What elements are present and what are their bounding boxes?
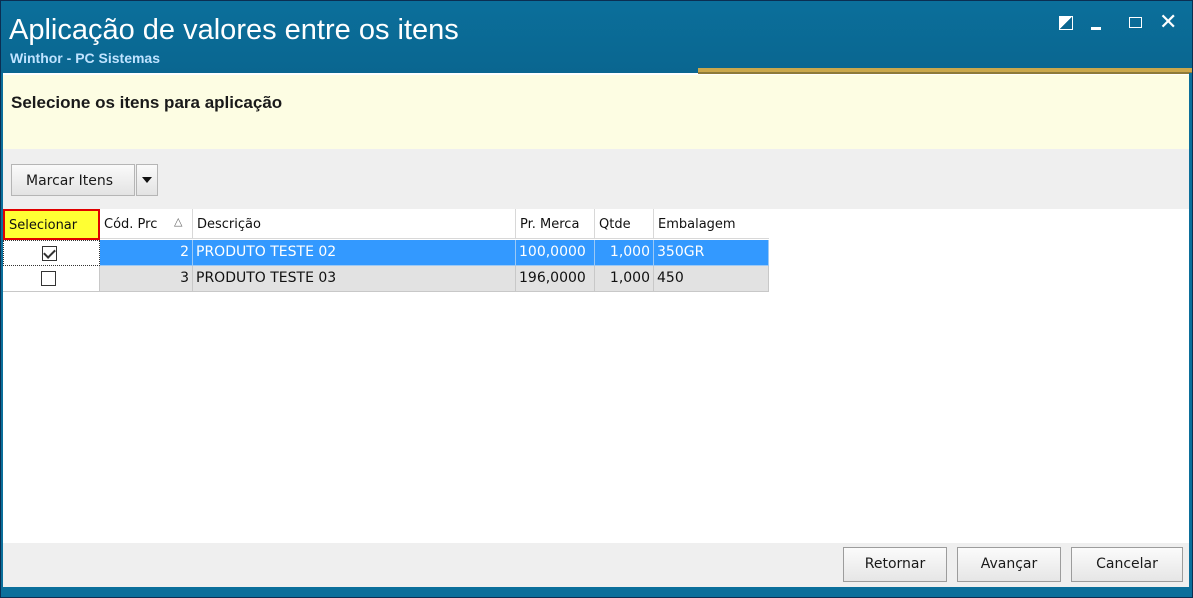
column-header-qtde[interactable]: Qtde <box>595 209 654 239</box>
embalagem-cell: 450 <box>654 266 769 292</box>
cod-cell: 3 <box>100 266 193 292</box>
sort-ascending-icon: △ <box>174 215 183 228</box>
window-subtitle: Winthor - PC Sistemas <box>10 50 161 66</box>
retornar-button[interactable]: Retornar <box>843 547 947 582</box>
descricao-cell: PRODUTO TESTE 02 <box>193 240 516 266</box>
window-title: Aplicação de valores entre os itens <box>9 14 459 46</box>
column-header-cod-produto[interactable]: Cód. Prc △ <box>100 209 193 239</box>
mark-items-dropdown-button[interactable] <box>136 164 158 196</box>
avancar-button[interactable]: Avançar <box>957 547 1061 582</box>
footer-bar: Retornar Avançar Cancelar <box>3 543 1189 587</box>
preco-cell: 100,0000 <box>516 240 595 266</box>
instruction-text: Selecione os itens para aplicação <box>11 93 283 112</box>
maximize-icon <box>1129 17 1142 28</box>
maximize-button[interactable] <box>1127 13 1147 33</box>
column-header-selecionar[interactable]: Selecionar <box>3 209 100 240</box>
column-header-descricao[interactable]: Descrição <box>193 209 516 239</box>
table-row[interactable]: 2 PRODUTO TESTE 02 100,0000 1,000 350GR <box>3 240 769 266</box>
mark-items-button[interactable]: Marcar Itens <box>11 164 158 196</box>
close-button[interactable]: ✕ <box>1159 10 1179 35</box>
column-header-cod-label: Cód. Prc <box>104 217 158 232</box>
cancelar-button[interactable]: Cancelar <box>1071 547 1183 582</box>
restore-icon <box>1059 16 1073 30</box>
dialog-window: Aplicação de valores entre os itens Wint… <box>0 0 1193 598</box>
close-icon: ✕ <box>1159 10 1178 35</box>
column-header-preco[interactable]: Pr. Merca <box>516 209 595 239</box>
window-bottom-border <box>1 587 1192 597</box>
table-row[interactable]: 3 PRODUTO TESTE 03 196,0000 1,000 450 <box>3 266 769 292</box>
title-bar: Aplicação de valores entre os itens Wint… <box>1 1 1192 74</box>
minimize-button[interactable] <box>1088 13 1108 33</box>
minimize-icon <box>1091 27 1101 30</box>
restore-button[interactable] <box>1056 13 1076 33</box>
mark-items-label: Marcar Itens <box>26 173 113 189</box>
checkbox-unchecked-icon[interactable] <box>41 271 56 286</box>
window-right-border <box>1189 73 1192 587</box>
qtde-cell: 1,000 <box>595 266 654 292</box>
instruction-panel: Selecione os itens para aplicação <box>3 75 1189 149</box>
qtde-cell: 1,000 <box>595 240 654 266</box>
cod-cell: 2 <box>100 240 193 266</box>
select-cell[interactable] <box>3 240 100 266</box>
column-header-embalagem[interactable]: Embalagem <box>654 209 769 239</box>
items-grid[interactable]: Selecionar Cód. Prc △ Descrição Pr. Merc… <box>3 209 1189 543</box>
descricao-cell: PRODUTO TESTE 03 <box>193 266 516 292</box>
checkbox-checked-icon[interactable] <box>42 246 57 261</box>
preco-cell: 196,0000 <box>516 266 595 292</box>
toolbar: Marcar Itens <box>3 149 1189 209</box>
select-cell[interactable] <box>3 266 100 292</box>
title-accent-stripe-shadow <box>698 72 1192 74</box>
embalagem-cell: 350GR <box>654 240 769 266</box>
dropdown-arrow-icon <box>142 177 152 183</box>
